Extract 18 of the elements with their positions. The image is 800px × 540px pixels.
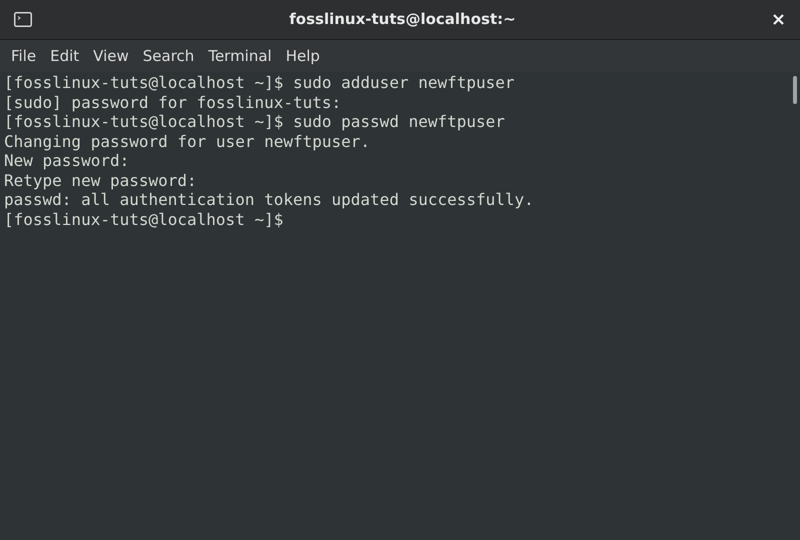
menu-item[interactable]: Terminal bbox=[201, 44, 279, 68]
terminal-icon[interactable] bbox=[14, 12, 32, 27]
close-icon[interactable] bbox=[773, 14, 784, 25]
terminal-line: [fosslinux-tuts@localhost ~]$ sudo passwd newftpuser bbox=[4, 112, 505, 132]
menu-item[interactable]: View bbox=[86, 44, 136, 68]
terminal-line: [fosslinux-tuts@localhost ~]$ sudo adduser newftpuser bbox=[4, 73, 515, 92]
menu-item[interactable]: Search bbox=[136, 44, 202, 68]
menu-item[interactable]: File bbox=[4, 44, 44, 68]
menu-item[interactable]: Help bbox=[278, 44, 327, 68]
terminal-line: [sudo] password for fosslinux-tuts: bbox=[4, 92, 342, 112]
scrollbar-thumb[interactable] bbox=[793, 76, 797, 104]
terminal-line: [fosslinux-tuts@localhost ~]$ bbox=[4, 210, 284, 229]
menu-item[interactable]: Edit bbox=[43, 44, 86, 68]
terminal-line: passwd: all authentication tokens updated successfully. bbox=[4, 190, 534, 210]
terminal-line: Retype new password: bbox=[4, 170, 197, 190]
window-title: fosslinux-tuts@localhost:~ bbox=[289, 9, 516, 30]
terminal-line: Changing password for user newftpuser. bbox=[4, 132, 370, 151]
terminal-line: New password: bbox=[4, 151, 130, 170]
